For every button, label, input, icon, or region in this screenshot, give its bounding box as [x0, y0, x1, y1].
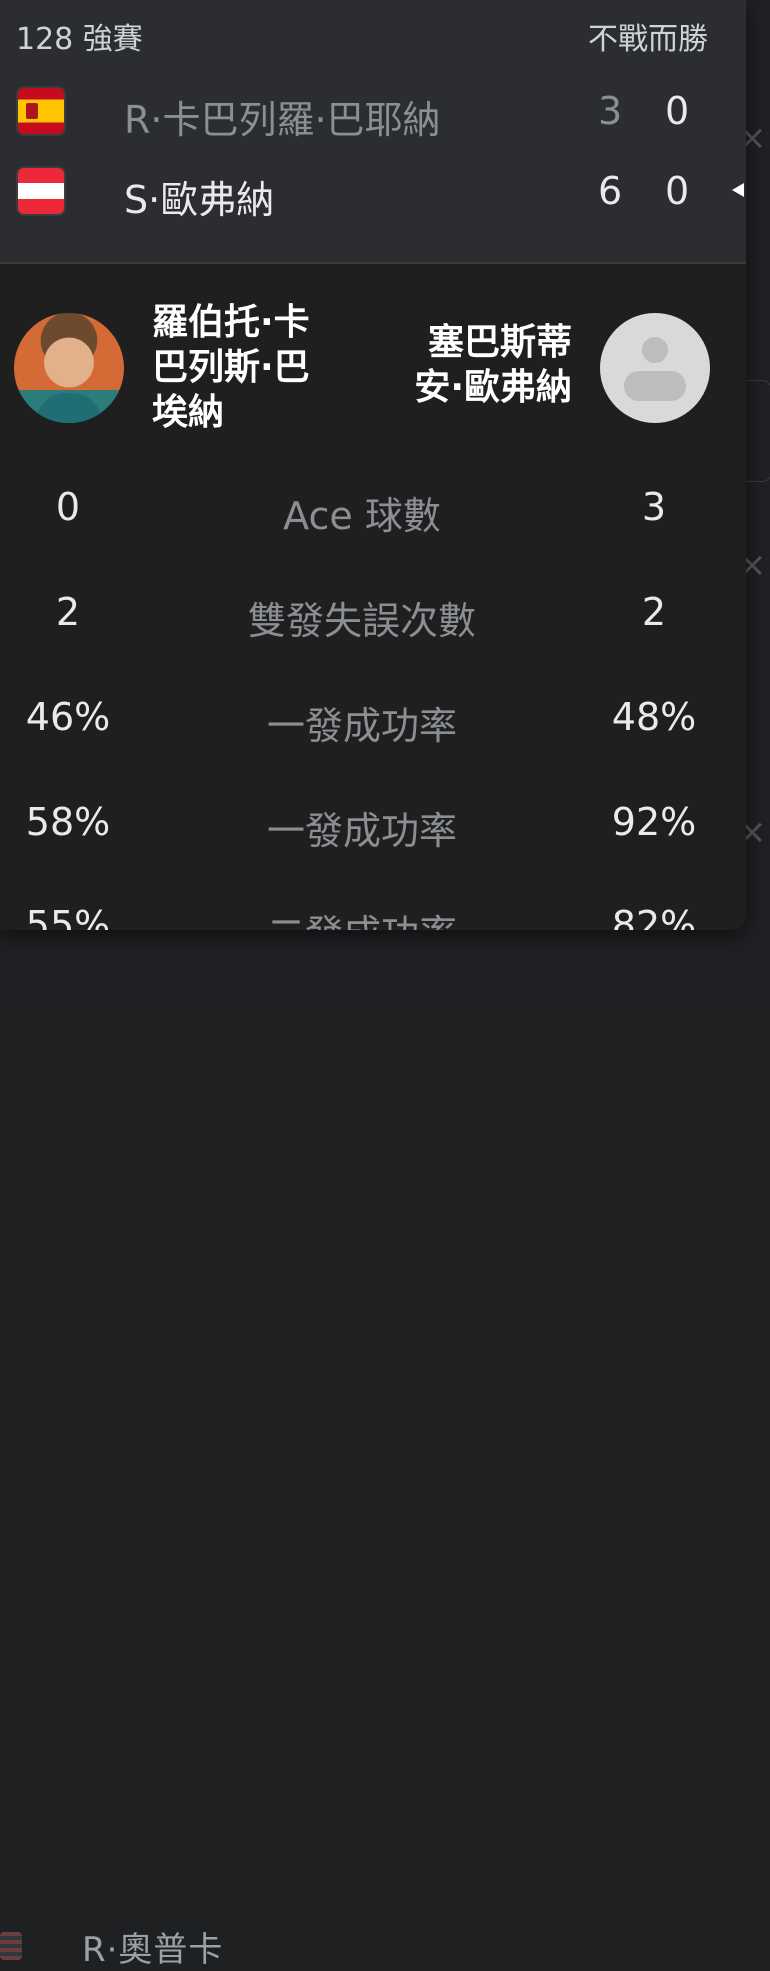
stat-label: 一發成功率: [266, 809, 457, 853]
stat-row: 58% 一發成功率 92%: [0, 800, 746, 860]
set-score: 0: [665, 169, 690, 213]
match-stats-popup: 128 強賽 不戰而勝 R·卡巴列羅·巴耶納 3 0 S·歐弗納 6 0 羅伯托…: [0, 0, 746, 930]
match-status: 不戰而勝: [588, 22, 708, 57]
background-flag-icon: [0, 1932, 22, 1960]
left-stat-value: 0: [55, 485, 81, 529]
background-player-name: R·奧普卡: [82, 1930, 224, 1970]
right-stat-value: 3: [641, 485, 667, 529]
set-score: 3: [598, 89, 623, 133]
stat-label: 雙發失誤次數: [247, 599, 476, 643]
stat-label: 二發成功率: [190, 903, 534, 930]
right-player-name[interactable]: 塞巴斯蒂 安·歐弗納: [378, 320, 572, 410]
player-comparison-header: 羅伯托·卡 巴列斯·巴 埃納 塞巴斯蒂 安·歐弗納: [0, 290, 746, 440]
match-header[interactable]: 128 強賽 不戰而勝 R·卡巴列羅·巴耶納 3 0 S·歐弗納 6 0: [0, 0, 746, 264]
serve-indicator-icon: [732, 183, 744, 197]
default-avatar-icon[interactable]: [600, 313, 710, 423]
player-avatar[interactable]: [14, 313, 124, 423]
stat-row: 2 雙發失誤次數 2: [0, 590, 746, 650]
round-label: 128 強賽: [16, 22, 143, 57]
right-stat-value: 48%: [611, 695, 697, 739]
stat-row: 46% 一發成功率 48%: [0, 695, 746, 755]
player-name: R·卡巴列羅·巴耶納: [124, 98, 441, 142]
stat-label: Ace 球數: [283, 494, 441, 538]
right-stat-value: 2: [641, 590, 667, 634]
right-stat-value: 92%: [611, 800, 697, 844]
austria-flag-icon: [18, 168, 64, 214]
set-score: 0: [665, 89, 690, 133]
player-row[interactable]: R·卡巴列羅·巴耶納 3 0: [0, 83, 746, 143]
left-player-name[interactable]: 羅伯托·卡 巴列斯·巴 埃納: [152, 300, 342, 435]
player-row[interactable]: S·歐弗納 6 0: [0, 163, 746, 223]
left-stat-value: 55%: [25, 903, 111, 930]
right-stat-value: 82%: [611, 903, 697, 930]
stat-row: 0 Ace 球數 3: [0, 485, 746, 545]
left-stat-value: 46%: [25, 695, 111, 739]
background-match-row[interactable]: R·奧普卡: [0, 960, 770, 1970]
spain-flag-icon: [18, 88, 64, 134]
left-stat-value: 2: [55, 590, 81, 634]
set-score: 6: [598, 169, 623, 213]
stat-label: 一發成功率: [266, 704, 457, 748]
stat-row: 55% 二發成功率 82%: [0, 903, 746, 930]
player-name: S·歐弗納: [124, 178, 275, 222]
left-stat-value: 58%: [25, 800, 111, 844]
